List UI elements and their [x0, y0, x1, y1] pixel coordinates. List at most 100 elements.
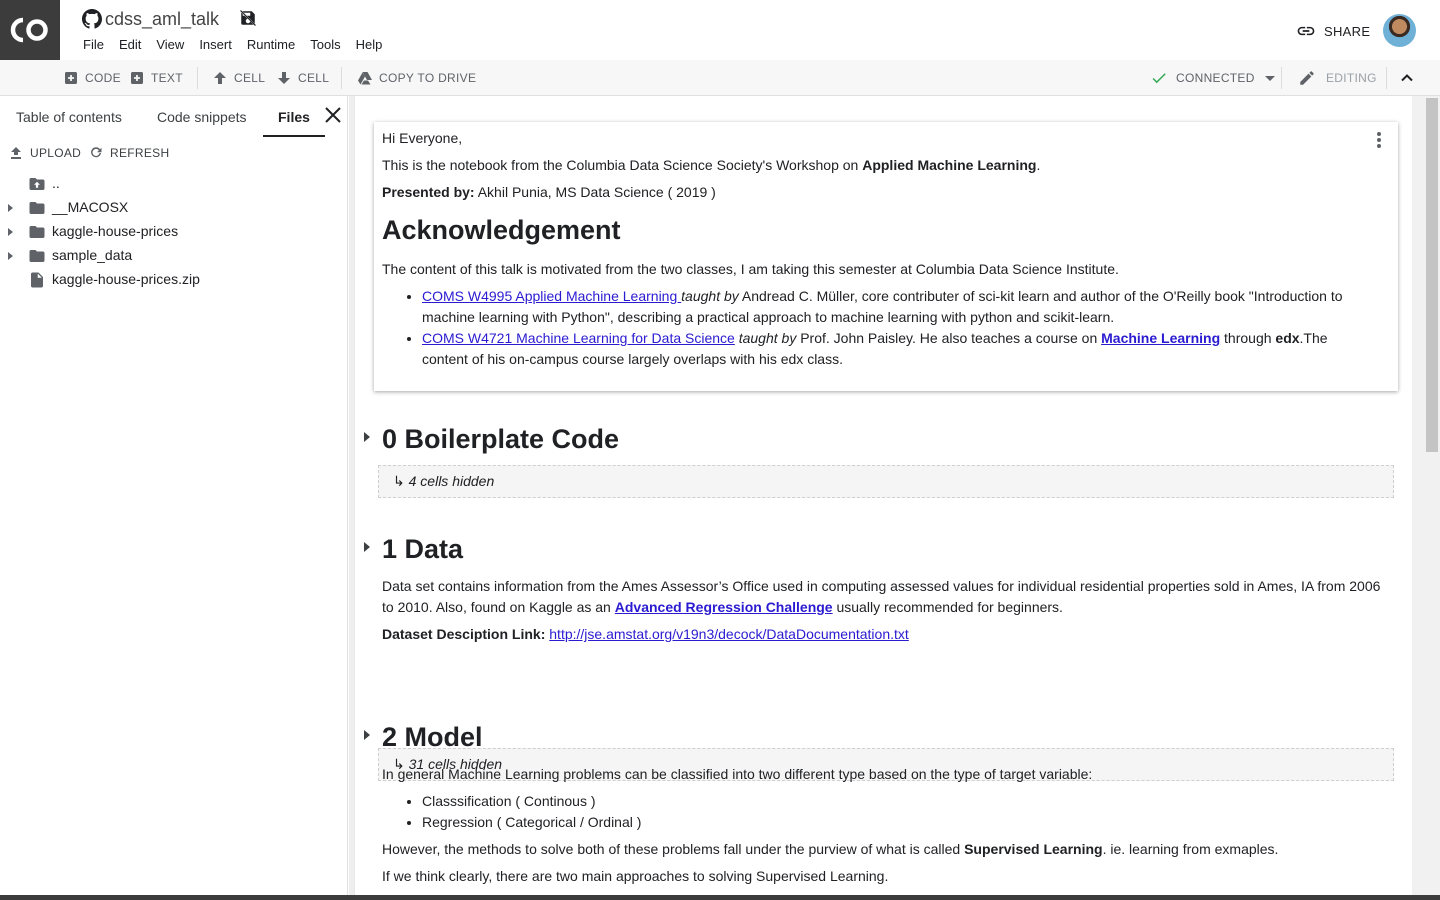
refresh-button[interactable]: REFRESH	[90, 146, 169, 160]
close-icon[interactable]	[324, 106, 342, 124]
plus-box-icon	[131, 72, 143, 84]
section-heading: 0 Boilerplate Code	[382, 424, 620, 454]
folder-icon	[29, 226, 45, 238]
folder-up-icon	[29, 178, 45, 190]
folder-icon	[29, 202, 45, 214]
drive-icon	[358, 72, 372, 85]
menu-tools[interactable]: Tools	[310, 37, 340, 52]
list-item-text: through	[1220, 330, 1276, 346]
list-item-text: Prof. John Paisley. He also teaches a co…	[796, 330, 1102, 346]
active-tab-indicator	[263, 135, 325, 137]
menu-insert[interactable]: Insert	[199, 37, 232, 52]
file-tree: .. __MACOSX kaggle-house-prices sample_d…	[0, 172, 348, 292]
menu-bar: File Edit View Insert Runtime Tools Help	[83, 37, 397, 52]
colab-logo-icon	[10, 17, 48, 43]
tab-files[interactable]: Files	[278, 109, 310, 125]
file-name: sample_data	[52, 247, 133, 263]
presenter-paragraph: Presented by: Akhil Punia, MS Data Scien…	[382, 182, 1372, 203]
model-paragraph: In general Machine Learning problems can…	[382, 766, 1093, 782]
add-text-button[interactable]: TEXT	[130, 60, 183, 96]
acknowledgement-heading: Acknowledgement	[382, 215, 621, 245]
refresh-label: REFRESH	[110, 146, 170, 160]
file-item-folder[interactable]: __MACOSX	[0, 196, 348, 220]
file-item-parent[interactable]: ..	[0, 172, 348, 196]
editing-label: EDITING	[1326, 71, 1377, 85]
section-toggle-icon[interactable]	[364, 730, 370, 740]
expand-arrow-icon[interactable]	[8, 252, 13, 260]
tab-table-of-contents[interactable]: Table of contents	[16, 109, 122, 125]
move-cell-up-button[interactable]: CELL	[213, 60, 265, 96]
file-name: kaggle-house-prices.zip	[52, 271, 200, 287]
supervised-text: However, the methods to solve both of th…	[382, 841, 965, 857]
tab-code-snippets[interactable]: Code snippets	[157, 109, 247, 125]
intro-bold-text: Applied Machine Learning	[862, 157, 1037, 173]
file-item-file[interactable]: kaggle-house-prices.zip	[0, 268, 348, 292]
data-paragraph-end: usually recommended for beginners.	[832, 599, 1063, 615]
section-toggle-icon[interactable]	[364, 542, 370, 552]
course-link-w4995[interactable]: COMS W4995 Applied Machine Learning	[422, 288, 681, 304]
toolbar-divider	[197, 67, 198, 89]
save-status-icon[interactable]	[239, 9, 257, 27]
check-icon	[1152, 73, 1166, 84]
colab-logo[interactable]	[0, 0, 60, 60]
taught-by-text: taught by	[681, 288, 739, 304]
file-icon	[31, 272, 43, 288]
upload-label: UPLOAD	[30, 146, 82, 160]
plus-box-icon	[65, 72, 77, 84]
folder-icon	[29, 250, 45, 262]
intro-paragraph: This is the notebook from the Columbia D…	[382, 155, 1372, 176]
section-body: In general Machine Learning problems can…	[382, 764, 1382, 893]
chevron-up-icon	[1401, 74, 1413, 82]
kaggle-challenge-link[interactable]: Advanced Regression Challenge	[615, 599, 833, 615]
section-toggle-icon[interactable]	[364, 432, 370, 442]
toolbar-divider	[1386, 67, 1387, 89]
upload-button[interactable]: UPLOAD	[10, 146, 81, 160]
hidden-cells-indicator[interactable]: ↳ 4 cells hidden	[378, 465, 1394, 498]
move-cell-down-label: CELL	[298, 71, 330, 85]
edx-ml-link[interactable]: Machine Learning	[1101, 330, 1220, 346]
notebook-title[interactable]: cdss_aml_talk	[82, 7, 219, 31]
pencil-icon	[1300, 71, 1314, 85]
scrollbar-thumb[interactable]	[1426, 98, 1438, 452]
list-item: Regression ( Categorical / Ordinal )	[422, 812, 1382, 833]
list-item: COMS W4995 Applied Machine Learning taug…	[422, 286, 1372, 328]
intro-text-end: .	[1036, 157, 1041, 173]
copy-to-drive-button[interactable]: COPY TO DRIVE	[358, 60, 476, 96]
avatar[interactable]	[1383, 14, 1416, 47]
runtime-connected-button[interactable]: CONNECTED	[1150, 60, 1276, 96]
menu-runtime[interactable]: Runtime	[247, 37, 295, 52]
notebook-title-text: cdss_aml_talk	[105, 8, 220, 29]
menu-file[interactable]: File	[83, 37, 104, 52]
move-cell-down-button[interactable]: CELL	[277, 60, 329, 96]
editing-mode-button[interactable]: EDITING	[1298, 60, 1377, 96]
file-name: kaggle-house-prices	[52, 223, 179, 239]
menu-help[interactable]: Help	[356, 37, 383, 52]
course-link-w4721[interactable]: COMS W4721 Machine Learning for Data Sci…	[422, 330, 735, 346]
file-item-folder[interactable]: sample_data	[0, 244, 348, 268]
file-item-folder[interactable]: kaggle-house-prices	[0, 220, 348, 244]
collapse-header-button[interactable]	[1400, 60, 1414, 96]
text-cell-intro[interactable]: Hi Everyone, This is the notebook from t…	[374, 122, 1398, 391]
model-type-list: Classsification ( Continous ) Regression…	[422, 791, 1382, 833]
file-name: ..	[52, 175, 60, 191]
sidebar: Table of contents Code snippets Files UP…	[0, 96, 348, 900]
ack-paragraph: The content of this talk is motivated fr…	[382, 261, 1119, 277]
approaches-paragraph: If we think clearly, there are two main …	[382, 868, 889, 884]
greeting-text: Hi Everyone,	[382, 130, 463, 146]
supervised-paragraph: However, the methods to solve both of th…	[382, 839, 1382, 860]
share-button[interactable]: SHARE	[1296, 21, 1370, 41]
expand-arrow-icon[interactable]	[8, 204, 13, 212]
expand-arrow-icon[interactable]	[8, 228, 13, 236]
menu-edit[interactable]: Edit	[119, 37, 141, 52]
file-name: __MACOSX	[52, 199, 129, 215]
presenter-value: Akhil Punia, MS Data Science ( 2019 )	[474, 184, 716, 200]
add-text-label: TEXT	[151, 71, 183, 85]
menu-view[interactable]: View	[156, 37, 184, 52]
move-cell-up-label: CELL	[234, 71, 266, 85]
edx-bold-text: edx	[1275, 330, 1300, 346]
add-code-button[interactable]: CODE	[64, 60, 121, 96]
data-paragraph: Data set contains information from the A…	[382, 576, 1382, 618]
ack-list: COMS W4995 Applied Machine Learning taug…	[422, 286, 1372, 370]
cell-more-options-icon[interactable]	[1374, 132, 1384, 150]
dataset-doc-link[interactable]: http://jse.amstat.org/v19n3/decock/DataD…	[549, 626, 909, 642]
